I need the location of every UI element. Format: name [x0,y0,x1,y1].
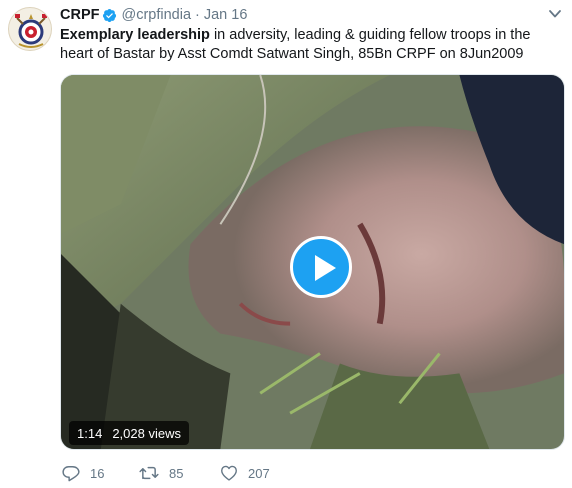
tweet-actions: 16 85 207 [60,465,565,487]
heart-icon [221,465,237,481]
reply-button[interactable]: 16 [62,465,104,482]
author-handle[interactable]: @crpfindia [121,7,191,23]
tweet-date[interactable]: Jan 16 [204,7,248,23]
video-player[interactable]: 1:14 2,028 views [60,74,565,450]
video-stats-badge: 1:14 2,028 views [69,421,189,445]
like-count: 207 [248,465,270,481]
header-separator: · [195,7,200,23]
play-icon [315,255,336,281]
retweet-icon [139,466,159,480]
video-views: 2,028 views [112,425,181,441]
video-duration: 1:14 [77,425,103,441]
play-button[interactable] [290,236,352,298]
retweet-count: 85 [169,465,184,481]
like-button[interactable]: 207 [220,465,270,481]
tweet-text: Exemplary leadership in adversity, leadi… [60,26,565,64]
tweet-text-highlight: Exemplary leadership [60,27,210,43]
reply-count: 16 [90,466,105,481]
author-name[interactable]: CRPF [60,7,99,23]
tweet-card[interactable]: CRPF @crpfindia · Jan 16 Exemplary leade… [0,0,572,488]
tweet-header: CRPF @crpfindia · Jan 16 [60,6,247,24]
retweet-button[interactable]: 85 [139,465,183,481]
crpf-emblem-icon [15,14,47,48]
verified-badge-icon [103,8,117,22]
avatar[interactable] [8,7,52,51]
reply-icon [62,466,80,482]
chevron-down-icon[interactable] [549,9,561,19]
